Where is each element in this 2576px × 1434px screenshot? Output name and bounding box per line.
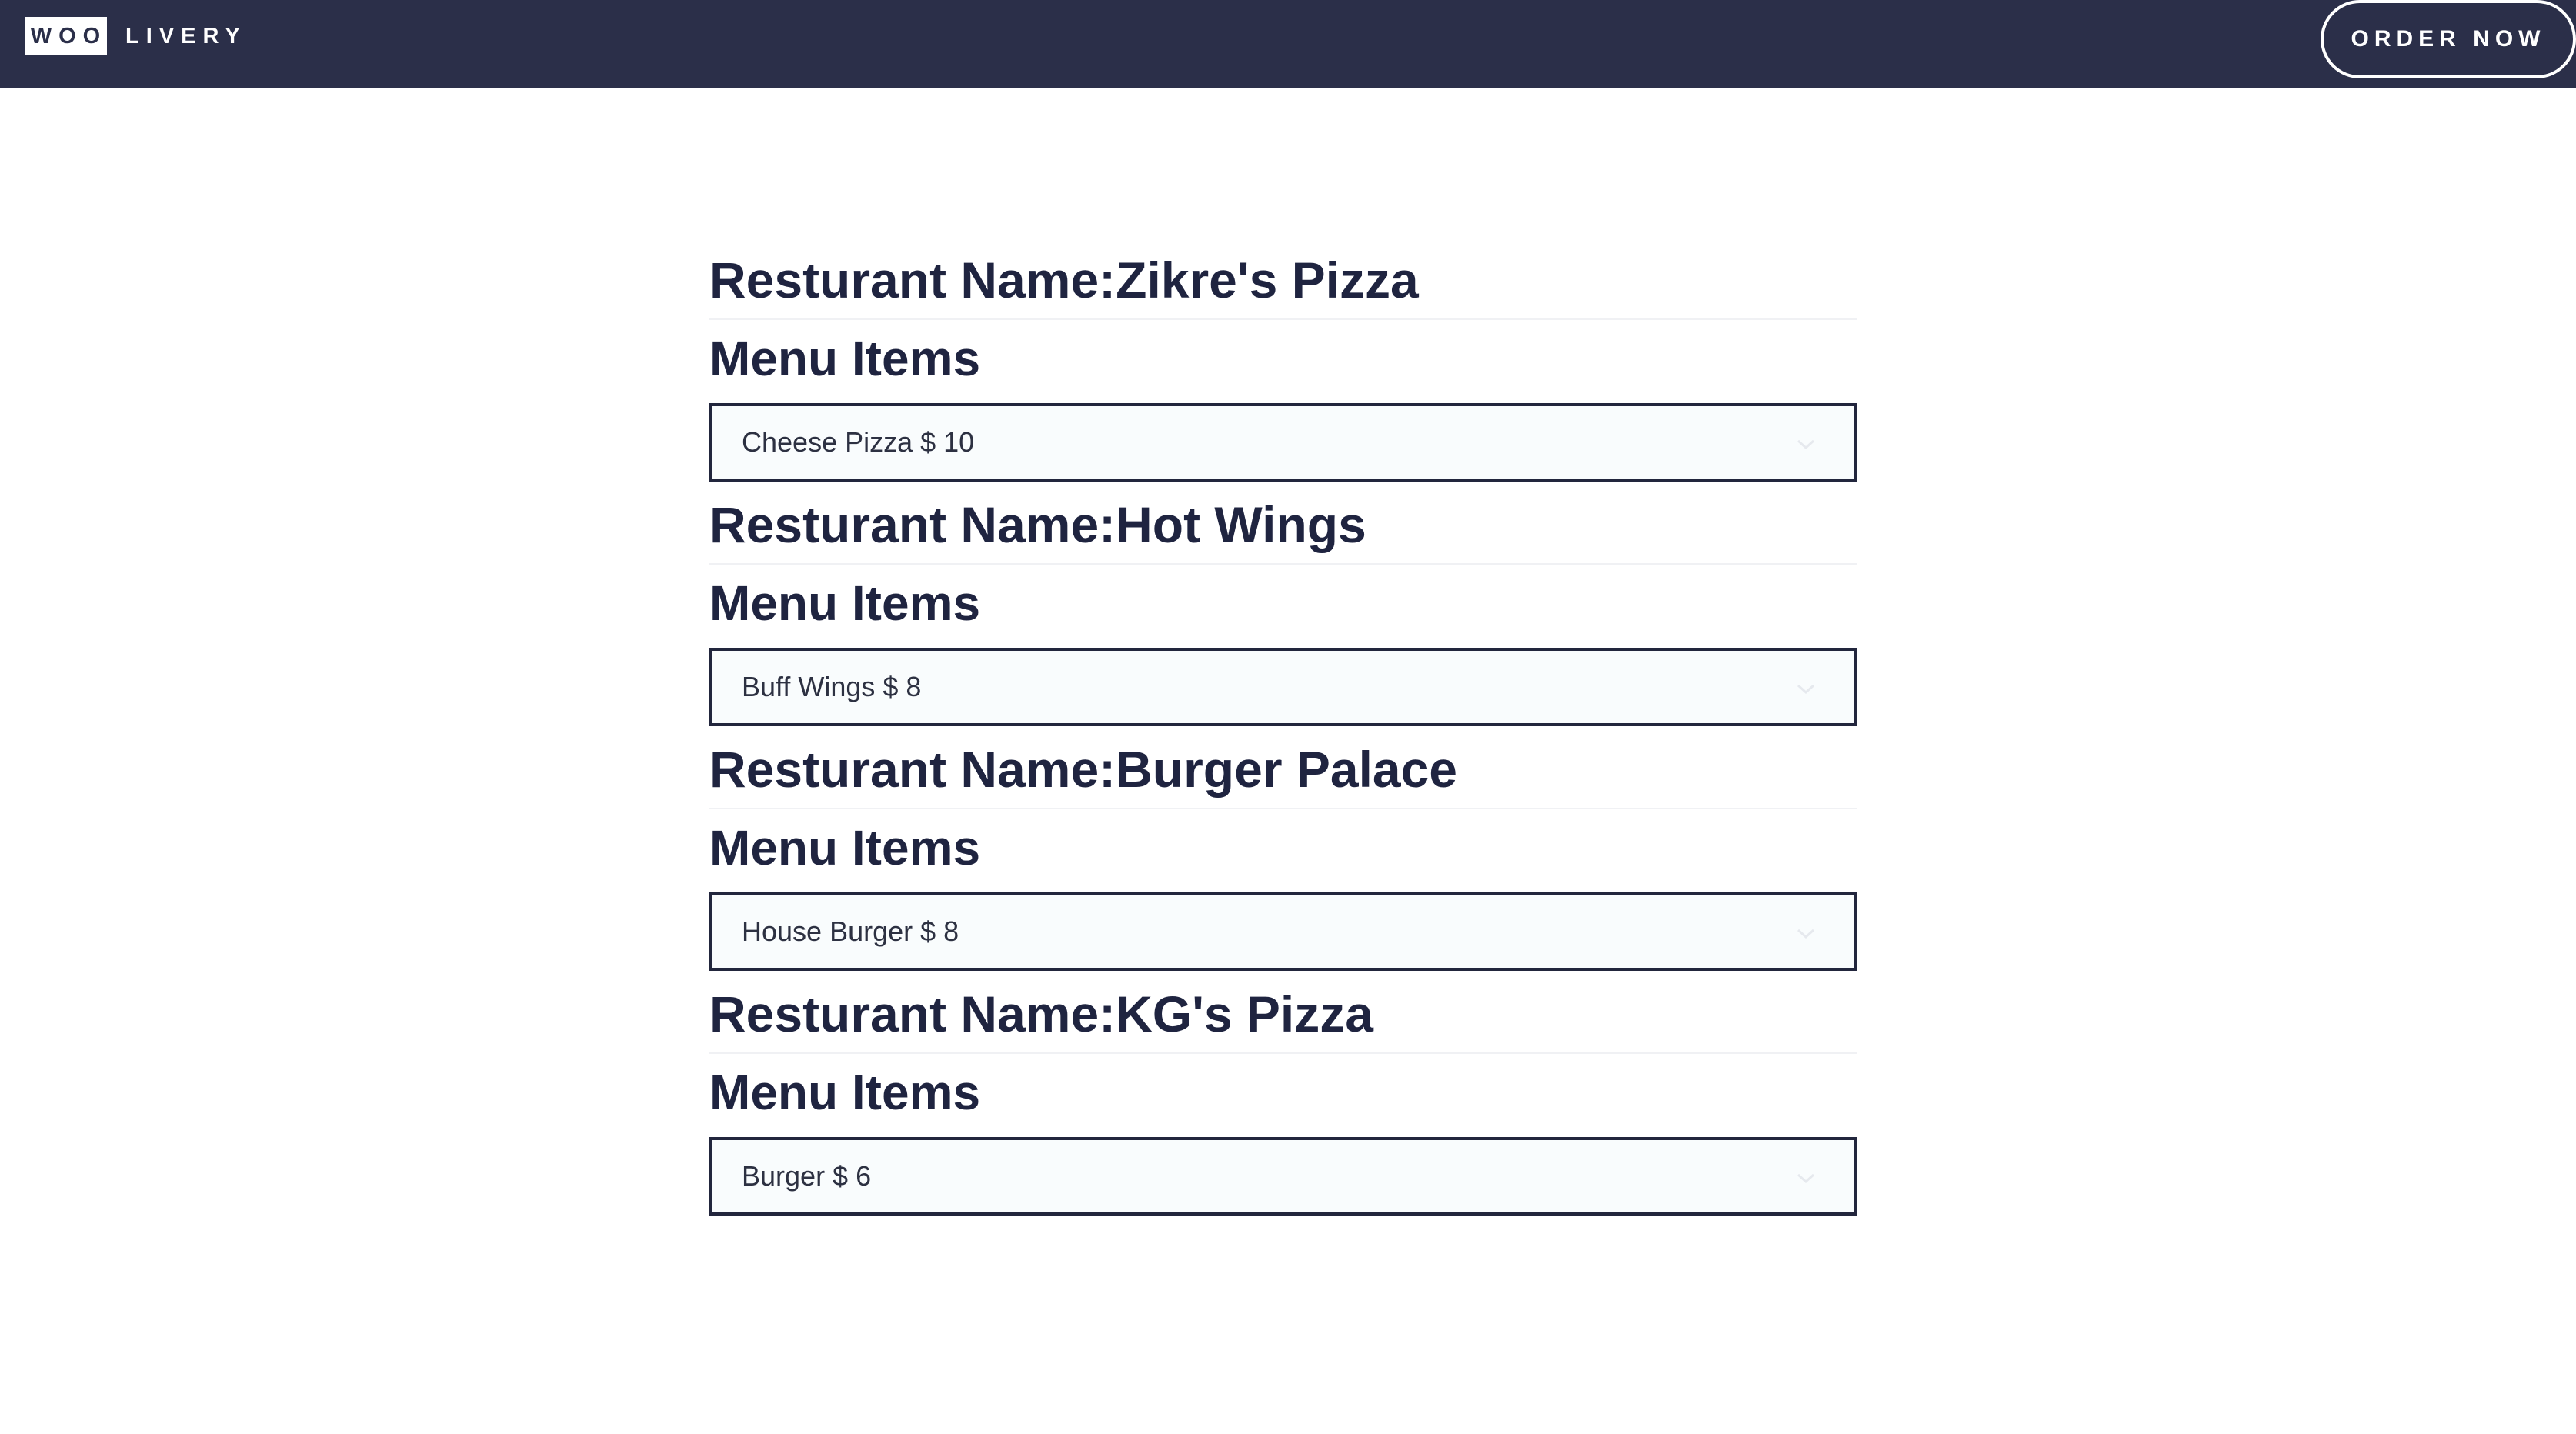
menu-items-select[interactable]: Cheese Pizza $ 10 xyxy=(709,403,1857,482)
top-navbar: WOO LIVERY ORDER NOW xyxy=(0,0,2576,88)
restaurant-name: Resturant Name:KG's Pizza xyxy=(709,977,1857,1054)
logo-text: LIVERY xyxy=(125,23,247,48)
restaurant-card: Resturant Name:Zikre's Pizza Menu Items … xyxy=(709,243,1857,488)
menu-items-select[interactable]: Burger $ 6 xyxy=(709,1137,1857,1216)
menu-items-heading: Menu Items xyxy=(709,575,981,631)
restaurant-name: Resturant Name:Burger Palace xyxy=(709,732,1857,809)
menu-items-heading: Menu Items xyxy=(709,331,981,386)
restaurant-name: Resturant Name:Zikre's Pizza xyxy=(709,243,1857,320)
select-value: Burger $ 6 xyxy=(742,1160,872,1192)
order-now-button[interactable]: ORDER NOW xyxy=(2321,0,2576,78)
restaurant-card: Resturant Name:Hot Wings Menu Items Buff… xyxy=(709,488,1857,732)
restaurant-list: Resturant Name:Zikre's Pizza Menu Items … xyxy=(709,243,1857,1222)
menu-items-select[interactable]: House Burger $ 8 xyxy=(709,892,1857,971)
menu-items-select[interactable]: Buff Wings $ 8 xyxy=(709,648,1857,726)
menu-items-heading: Menu Items xyxy=(709,820,981,875)
chevron-down-icon xyxy=(1797,1173,1815,1184)
select-value: Buff Wings $ 8 xyxy=(742,671,922,702)
logo-box: WOO xyxy=(25,17,107,55)
logo[interactable]: WOO LIVERY xyxy=(25,17,247,55)
chevron-down-icon xyxy=(1797,439,1815,450)
menu-items-heading: Menu Items xyxy=(709,1065,981,1120)
restaurant-card: Resturant Name:Burger Palace Menu Items … xyxy=(709,732,1857,977)
select-value: Cheese Pizza $ 10 xyxy=(742,426,975,458)
select-value: House Burger $ 8 xyxy=(742,915,959,947)
restaurant-name: Resturant Name:Hot Wings xyxy=(709,488,1857,565)
restaurant-card: Resturant Name:KG's Pizza Menu Items Bur… xyxy=(709,977,1857,1222)
chevron-down-icon xyxy=(1797,929,1815,939)
chevron-down-icon xyxy=(1797,684,1815,695)
